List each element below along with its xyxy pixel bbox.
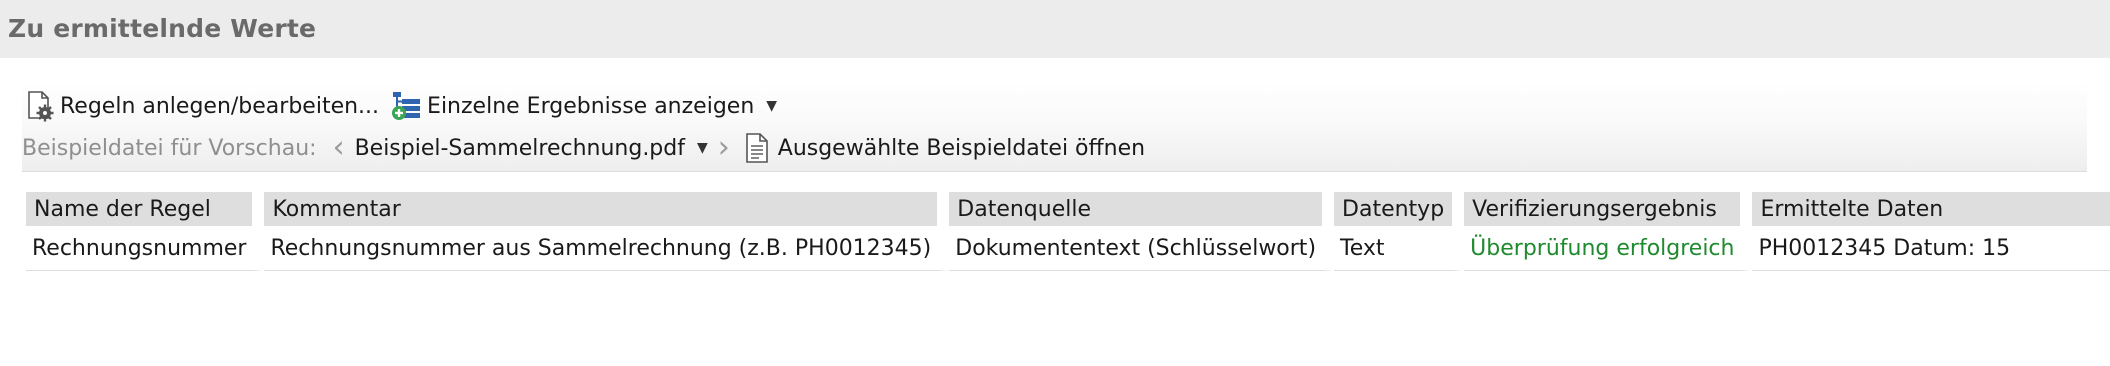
preview-file-select[interactable]: Beispiel-Sammelrechnung.pdf ▼: [355, 136, 708, 161]
column-header-extracted-data[interactable]: Ermittelte Daten: [1752, 192, 2110, 226]
section-header: Zu ermittelnde Werte: [0, 0, 2110, 58]
column-header-comment[interactable]: Kommentar: [264, 192, 950, 226]
cell-extracted-data: PH0012345 Datum: 15: [1752, 226, 2110, 271]
edit-rules-button[interactable]: Regeln anlegen/bearbeiten...: [22, 89, 379, 123]
cell-comment: Rechnungsnummer aus Sammelrechnung (z.B.…: [264, 226, 950, 271]
chevron-left-icon[interactable]: ‹: [333, 133, 345, 163]
toolbar-row-actions: Regeln anlegen/bearbeiten... Einzelne Er…: [22, 86, 777, 126]
chevron-down-icon: ▼: [696, 140, 708, 156]
show-results-label: Einzelne Ergebnisse anzeigen: [427, 93, 755, 119]
cell-data-type: Text: [1334, 226, 1465, 271]
table-header-row: Name der Regel Kommentar Datenquelle Dat…: [26, 192, 2110, 226]
open-sample-file-label: Ausgewählte Beispieldatei öffnen: [777, 135, 1146, 161]
column-header-verification[interactable]: Verifizierungsergebnis: [1464, 192, 1753, 226]
cell-data-source: Dokumententext (Schlüsselwort): [949, 226, 1335, 271]
column-header-data-source[interactable]: Datenquelle: [949, 192, 1335, 226]
toolbar-row-preview: Beispieldatei für Vorschau: ‹ Beispiel-S…: [22, 128, 1145, 168]
show-results-button[interactable]: Einzelne Ergebnisse anzeigen ▼: [389, 89, 777, 123]
document-icon: [740, 131, 774, 165]
document-gear-icon: [22, 89, 56, 123]
table-row[interactable]: Rechnungsnummer Rechnungsnummer aus Samm…: [26, 226, 2110, 271]
open-sample-file-button[interactable]: Ausgewählte Beispieldatei öffnen: [740, 131, 1145, 165]
column-header-rule-name[interactable]: Name der Regel: [26, 192, 265, 226]
results-list-icon: [389, 89, 423, 123]
cell-verification-status: Überprüfung erfolgreich: [1464, 226, 1753, 271]
preview-file-label: Beispieldatei für Vorschau:: [22, 135, 317, 161]
toolbar: Regeln anlegen/bearbeiten... Einzelne Er…: [22, 82, 2087, 172]
column-header-data-type[interactable]: Datentyp: [1334, 192, 1465, 226]
dropdown-caret-icon[interactable]: ▼: [766, 98, 777, 114]
rules-table: Name der Regel Kommentar Datenquelle Dat…: [26, 192, 2110, 271]
cell-rule-name: Rechnungsnummer: [26, 226, 265, 271]
section-title: Zu ermittelnde Werte: [8, 14, 317, 43]
edit-rules-label: Regeln anlegen/bearbeiten...: [60, 93, 380, 119]
chevron-right-icon[interactable]: ›: [718, 133, 730, 163]
selected-file-name: Beispiel-Sammelrechnung.pdf: [354, 135, 685, 161]
